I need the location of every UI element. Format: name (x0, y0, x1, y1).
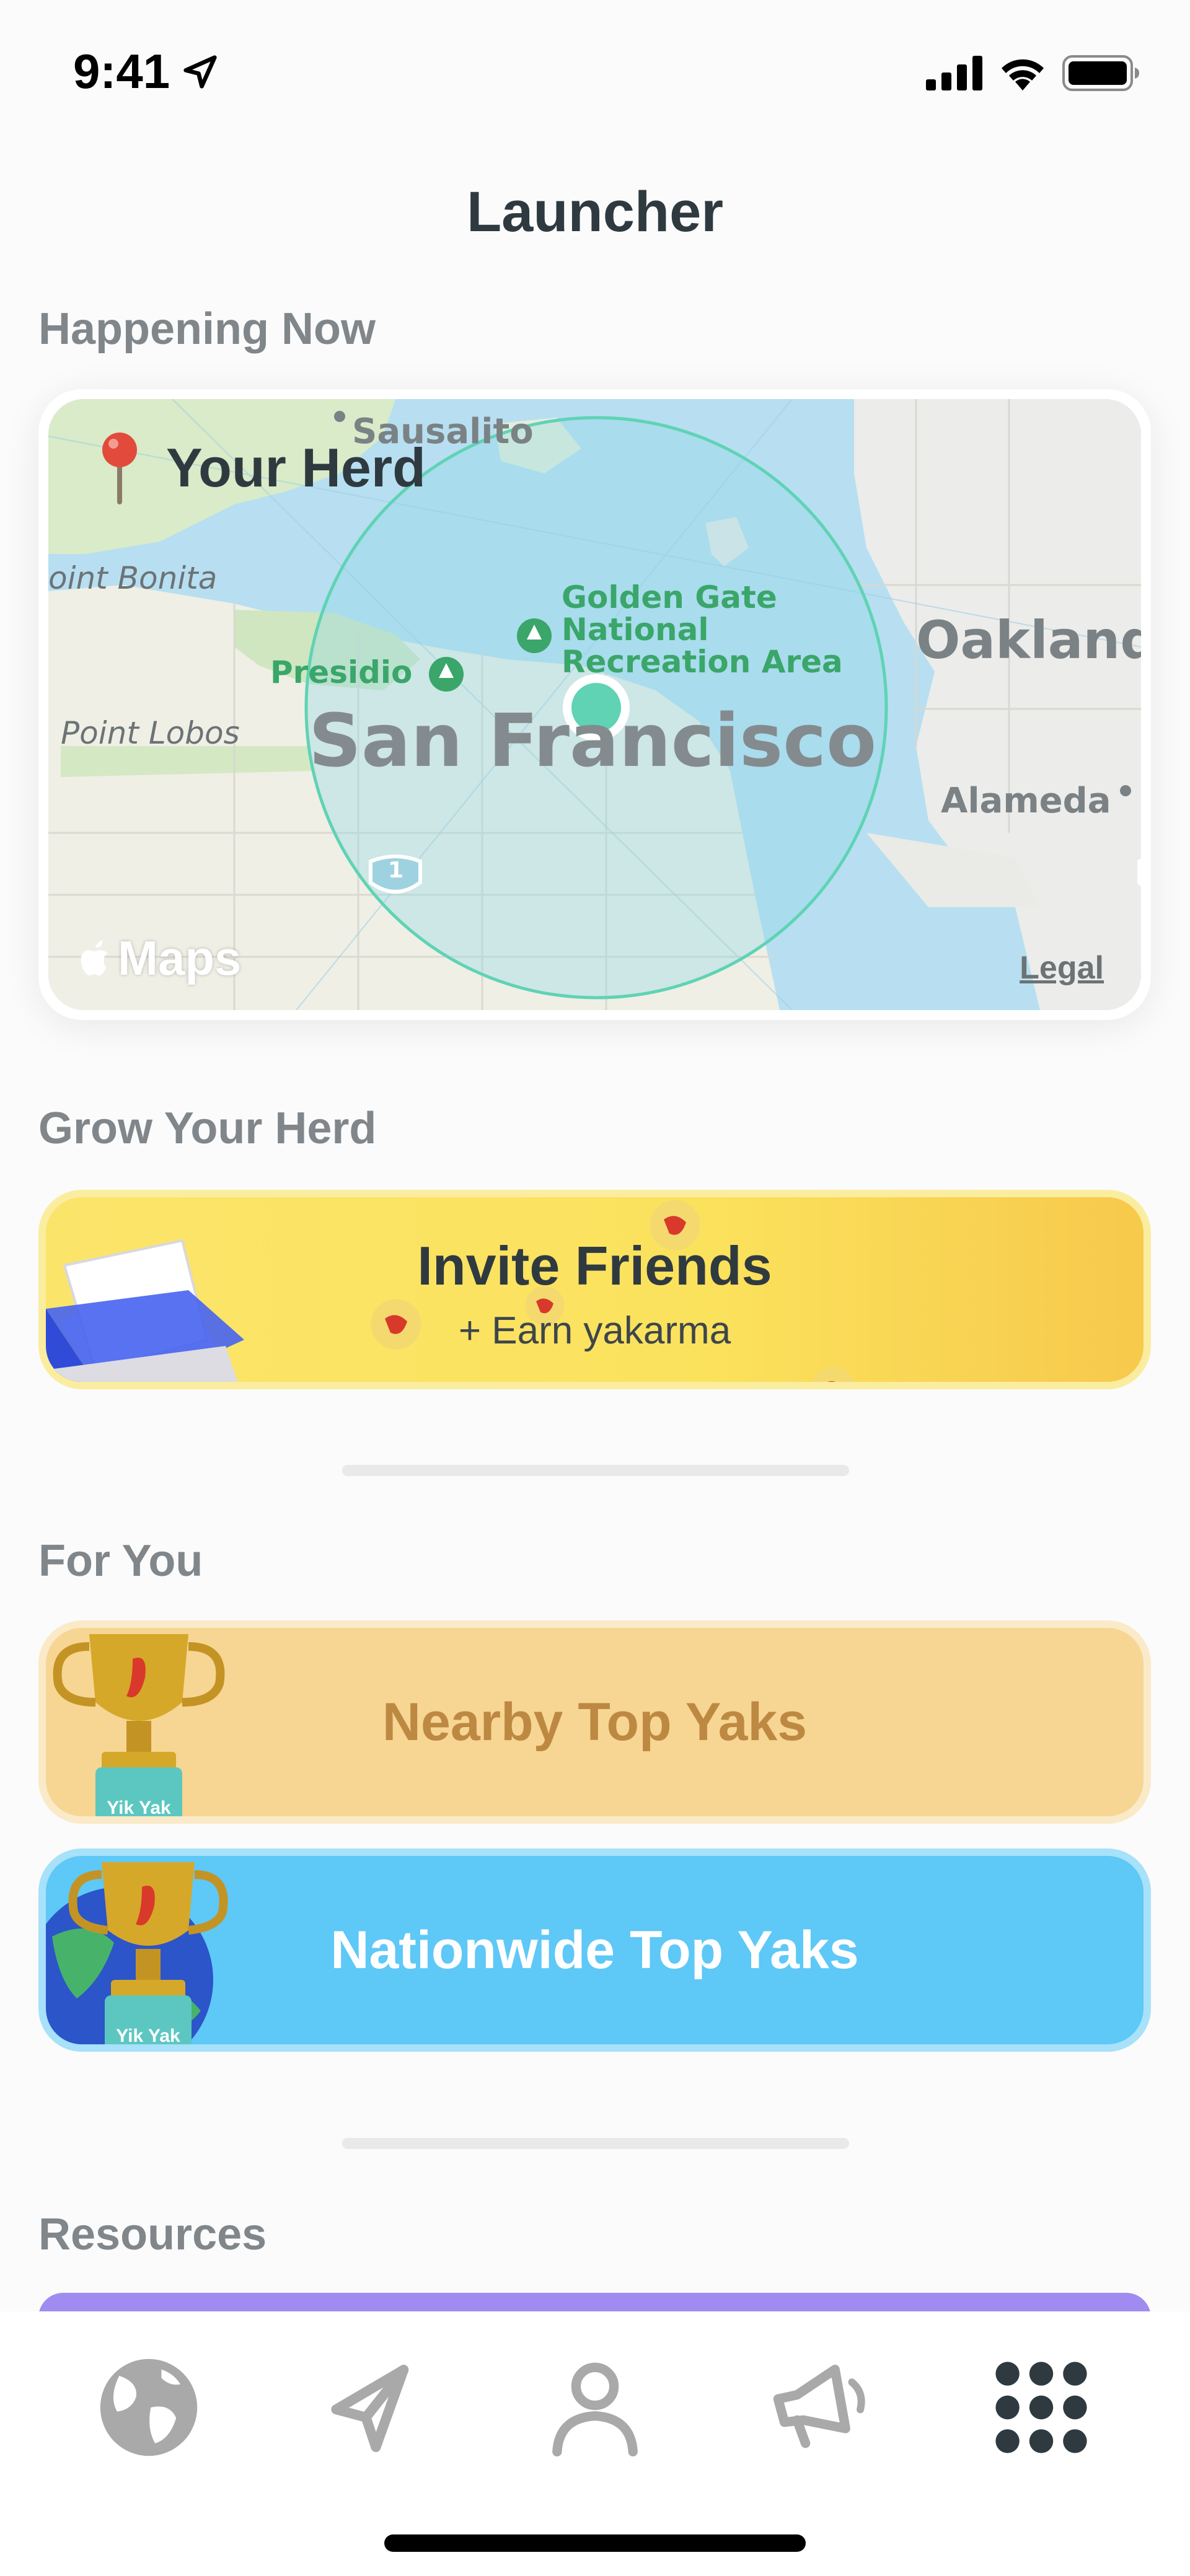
map-label-oakland: Oakland (916, 610, 1141, 670)
section-divider (342, 1465, 849, 1476)
map-label-point-lobos: Point Lobos (61, 715, 240, 751)
tab-send[interactable] (310, 2345, 434, 2469)
chili-icon (812, 1367, 854, 1382)
nationwide-top-yaks-label: Nationwide Top Yaks (330, 1920, 859, 1980)
tab-megaphone[interactable] (756, 2345, 880, 2469)
nearby-top-yaks-label: Nearby Top Yaks (382, 1692, 808, 1752)
map-label-sausalito: Sausalito (352, 411, 534, 452)
herd-map-card[interactable]: Your Herd Sausalito oint Bonita Golden G… (38, 389, 1151, 1020)
tab-globe[interactable] (87, 2345, 211, 2469)
tab-profile[interactable] (533, 2345, 657, 2469)
cellular-signal-icon (926, 56, 982, 90)
invite-friends-button[interactable]: Invite Friends + Earn yakarma (38, 1190, 1151, 1389)
status-icons (926, 55, 1140, 92)
home-indicator[interactable] (384, 2534, 806, 2552)
section-divider (342, 2138, 849, 2149)
tab-launcher[interactable] (979, 2345, 1103, 2469)
map-label-presidio: Presidio (270, 654, 413, 690)
megaphone-icon (773, 2365, 865, 2448)
section-heading-for-you: For You (38, 1536, 203, 1586)
nationwide-top-yaks-button[interactable]: Yik Yak Nationwide Top Yaks (38, 1848, 1151, 2052)
globe-icon (100, 2358, 198, 2456)
maps-text: Maps (118, 931, 242, 985)
invite-friends-subtitle: + Earn yakarma (458, 1309, 731, 1352)
map-pin-icon (102, 433, 137, 504)
battery-icon (1062, 55, 1139, 91)
grid-icon (995, 2362, 1087, 2453)
wifi-icon (1002, 59, 1044, 90)
apple-logo-icon (81, 940, 108, 975)
status-bar: 9:41 (0, 0, 1190, 143)
section-heading-grow-your-herd: Grow Your Herd (38, 1104, 377, 1153)
map-label-san-francisco: San Francisco (309, 698, 877, 783)
map-label-golden-gate: Golden Gate National Recreation Area (562, 579, 843, 680)
section-heading-happening-now: Happening Now (38, 304, 376, 354)
nearby-top-yaks-button[interactable]: Yik Yak Nearby Top Yaks (38, 1620, 1151, 1824)
profile-icon (552, 2362, 638, 2457)
invite-friends-title: Invite Friends (417, 1235, 772, 1296)
status-time: 9:41 (73, 44, 170, 99)
map-label-point-bonita: oint Bonita (48, 560, 218, 596)
page-title: Launcher (466, 180, 724, 244)
location-arrow-icon (183, 55, 217, 89)
map-label-alameda: Alameda (941, 781, 1111, 821)
herd-map[interactable]: Your Herd Sausalito oint Bonita Golden G… (48, 399, 1141, 1010)
section-heading-resources: Resources (38, 2210, 267, 2259)
map-route-1-label: 1 (388, 858, 404, 883)
apple-maps-attribution: Maps (77, 930, 241, 987)
tab-bar (0, 2311, 1190, 2576)
send-icon (331, 2365, 409, 2452)
map-legal-link[interactable]: Legal (1020, 949, 1104, 987)
